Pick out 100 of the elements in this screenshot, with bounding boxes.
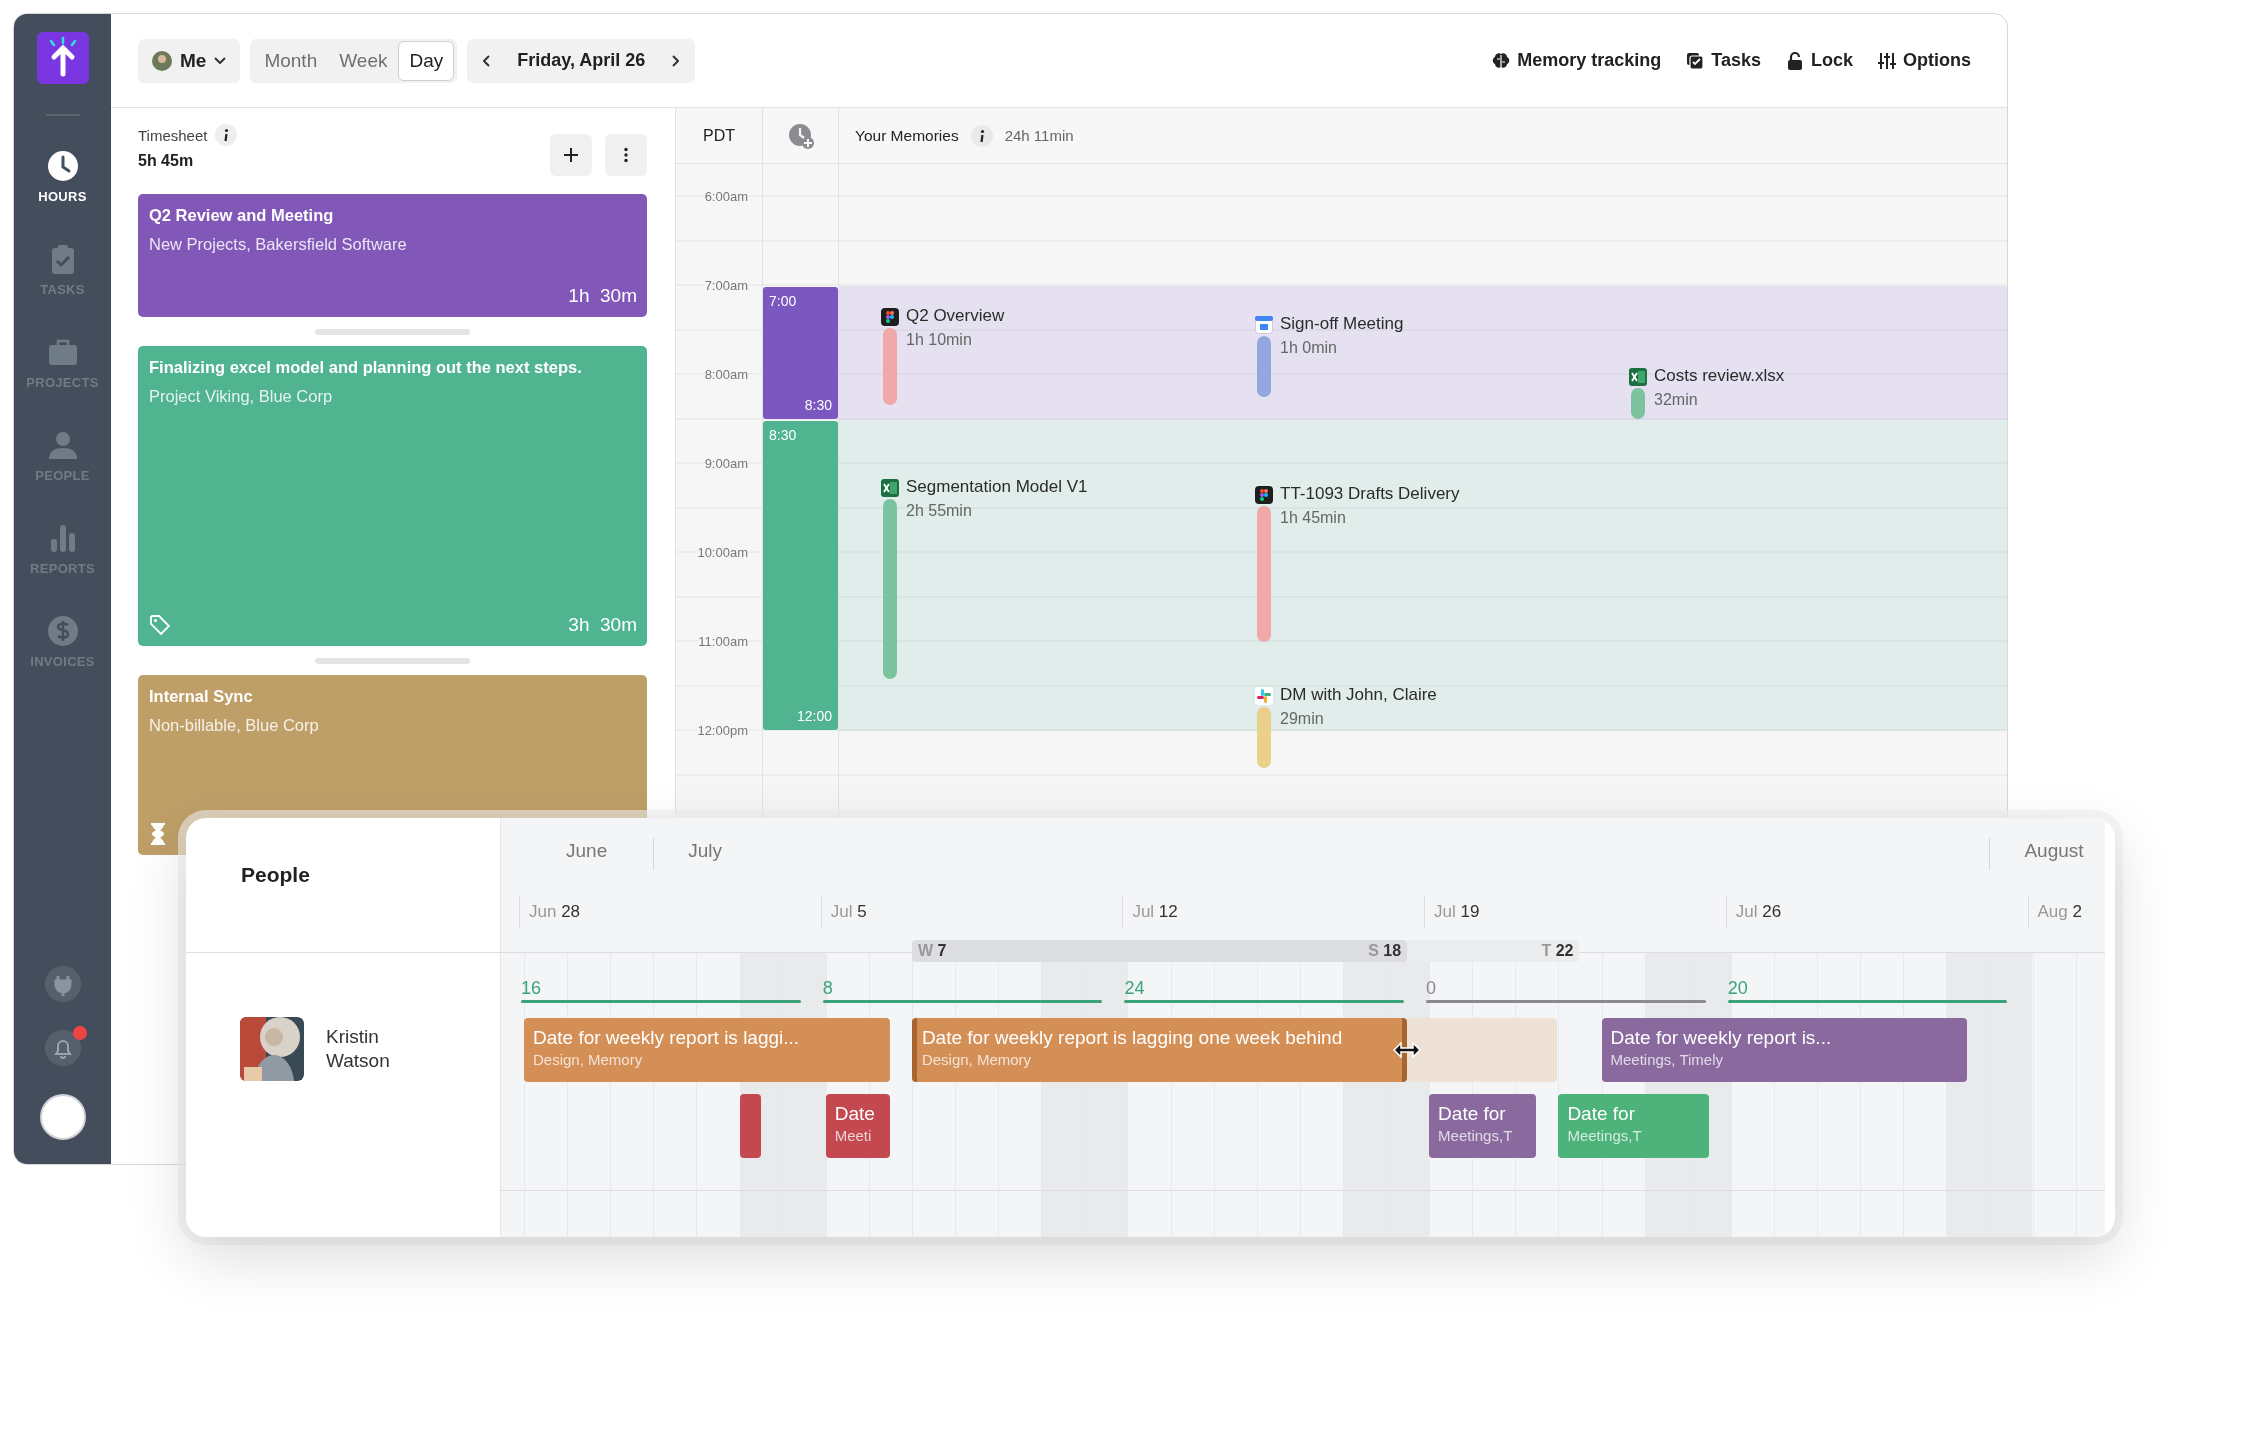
resize-cursor-icon [1393, 1042, 1422, 1058]
hour-label: 6:00am [704, 189, 748, 204]
logo-icon[interactable] [36, 32, 89, 84]
task-bar[interactable]: Date for weekly report is laggi... Design, Memory [524, 1018, 890, 1082]
tag-icon[interactable] [149, 613, 171, 636]
dollar-icon [45, 614, 80, 648]
task-bar[interactable]: Date for Meetings,T [1558, 1094, 1709, 1158]
nav-item[interactable]: HOURS [14, 130, 111, 223]
brain-icon [1491, 50, 1512, 71]
week-total: 16 [521, 978, 542, 999]
memory-duration: 1h 0min [1280, 338, 1338, 357]
entry-duration: 3h 30m [568, 613, 637, 636]
clock-icon [45, 149, 80, 183]
add-button[interactable] [550, 134, 592, 176]
view-tab[interactable]: Day [398, 40, 455, 81]
memory-title: Sign-off Meeting [1280, 313, 1404, 334]
entry-title: Finalizing excel model and planning out the next steps. [149, 357, 583, 377]
memory-title: Q2 Overview [906, 306, 1005, 327]
timezone-label: PDT [676, 108, 763, 163]
memory-title: Segmentation Model V1 [906, 476, 1088, 497]
view-tab[interactable]: Week [328, 40, 399, 81]
clock-add-icon[interactable] [786, 121, 815, 150]
week-total: 24 [1124, 978, 1145, 999]
week-label: Aug 2 [2037, 902, 2082, 922]
task-bar[interactable]: Date for weekly report is... Meetings, Timely [1601, 1018, 1968, 1082]
toolbar-action[interactable]: Options [1877, 50, 1971, 71]
dots-icon [1255, 486, 1273, 505]
hour-label: 10:00am [697, 545, 748, 560]
more-icon [624, 147, 628, 163]
memory-title: Costs review.xlsx [1654, 365, 1785, 386]
memory-duration: 32min [1654, 390, 1699, 409]
entry-duration: 1h 30m [568, 284, 637, 307]
plug-icon[interactable] [44, 966, 81, 1002]
range-end-label: S 18 [1368, 942, 1402, 960]
hour-label: 12:00pm [697, 723, 748, 738]
current-date: Friday, April 26 [517, 50, 646, 71]
spreadsheet-icon [881, 478, 899, 497]
more-button[interactable] [605, 134, 647, 176]
week-label: Jun 28 [529, 902, 581, 922]
dots-icon [881, 308, 899, 327]
memory-duration: 2h 55min [906, 501, 973, 520]
hash-icon [1255, 686, 1273, 705]
lock-icon [1785, 50, 1805, 71]
view-tab[interactable]: Month [253, 40, 329, 81]
memory-duration: 1h 45min [1280, 509, 1347, 528]
memory-bar[interactable] [1257, 335, 1271, 398]
time-entry-card[interactable]: Finalizing excel model and planning out the next steps. Project Viking, Blue Corp 3h 30m [138, 345, 647, 646]
week-total: 0 [1426, 978, 1437, 999]
entry-subtitle: Non-billable, Blue Corp [149, 715, 320, 735]
range-start-label: W 7 [917, 942, 947, 960]
timesheet-title: Timesheet [138, 126, 208, 144]
chevron-down-icon [214, 57, 227, 64]
spreadsheet-icon [1629, 367, 1647, 386]
info-icon[interactable] [970, 124, 993, 147]
memories-total: 24h 11min [1004, 127, 1074, 144]
week-total: 8 [822, 978, 833, 999]
entry-title: Internal Sync [149, 686, 254, 706]
checkbox-stack-icon [1685, 50, 1706, 71]
entry-subtitle: Project Viking, Blue Corp [149, 386, 334, 406]
calendar-icon [1255, 315, 1273, 334]
toolbar-action[interactable]: Lock [1785, 50, 1853, 71]
month-label: August [2024, 840, 2084, 862]
memories-title: Your Memories [855, 126, 959, 145]
hour-label: 11:00am [698, 634, 748, 649]
range-extension-label: T 22 [1541, 942, 1574, 960]
task-bar[interactable]: Date Meeti [825, 1094, 890, 1158]
avatar-icon[interactable] [39, 1094, 86, 1140]
previous-icon[interactable] [483, 54, 492, 67]
entry-title: Q2 Review and Meeting [149, 206, 335, 225]
toolbar-action[interactable]: Tasks [1685, 50, 1761, 71]
user-dropdown[interactable]: Me [138, 38, 241, 83]
week-total: 20 [1727, 978, 1748, 999]
timesheet-total: 5h 45m [138, 152, 195, 170]
week-label: Jul 26 [1735, 902, 1782, 922]
memory-bar[interactable] [1631, 387, 1645, 420]
bell-icon[interactable] [44, 1030, 81, 1066]
person-name: Kristin Watson [326, 1025, 391, 1073]
avatar-icon [152, 50, 172, 71]
memory-bar[interactable] [883, 498, 897, 680]
task-bar[interactable] [739, 1094, 761, 1158]
sliders-icon [1877, 50, 1897, 71]
info-icon[interactable] [215, 124, 238, 146]
memory-title: DM with John, Claire [1280, 684, 1437, 705]
task-bar[interactable]: Date for weekly report is lagging one week behind Design, Memory [911, 1018, 1408, 1082]
hour-label: 8:00am [704, 367, 748, 382]
next-icon[interactable] [671, 54, 680, 67]
time-block[interactable]: 7:00 8:30 [763, 287, 838, 419]
hourglass-icon[interactable] [149, 822, 167, 845]
week-label: Jul 19 [1434, 902, 1480, 922]
hour-label: 7:00am [704, 278, 748, 293]
plus-icon [563, 147, 579, 163]
toolbar-action[interactable]: Memory tracking [1491, 50, 1662, 71]
week-label: Jul 5 [830, 902, 867, 922]
hour-label: 9:00am [704, 456, 748, 471]
time-entry-card[interactable]: Q2 Review and Meeting New Projects, Bakersfield Software 1h 30m [138, 194, 647, 317]
memory-title: TT-1093 Drafts Delivery [1280, 484, 1460, 505]
time-block[interactable]: 8:30 12:00 [763, 420, 838, 730]
task-bar[interactable]: Date for Meetings,T [1429, 1094, 1537, 1158]
month-label: July [688, 840, 723, 862]
week-label: Jul 12 [1132, 902, 1178, 922]
